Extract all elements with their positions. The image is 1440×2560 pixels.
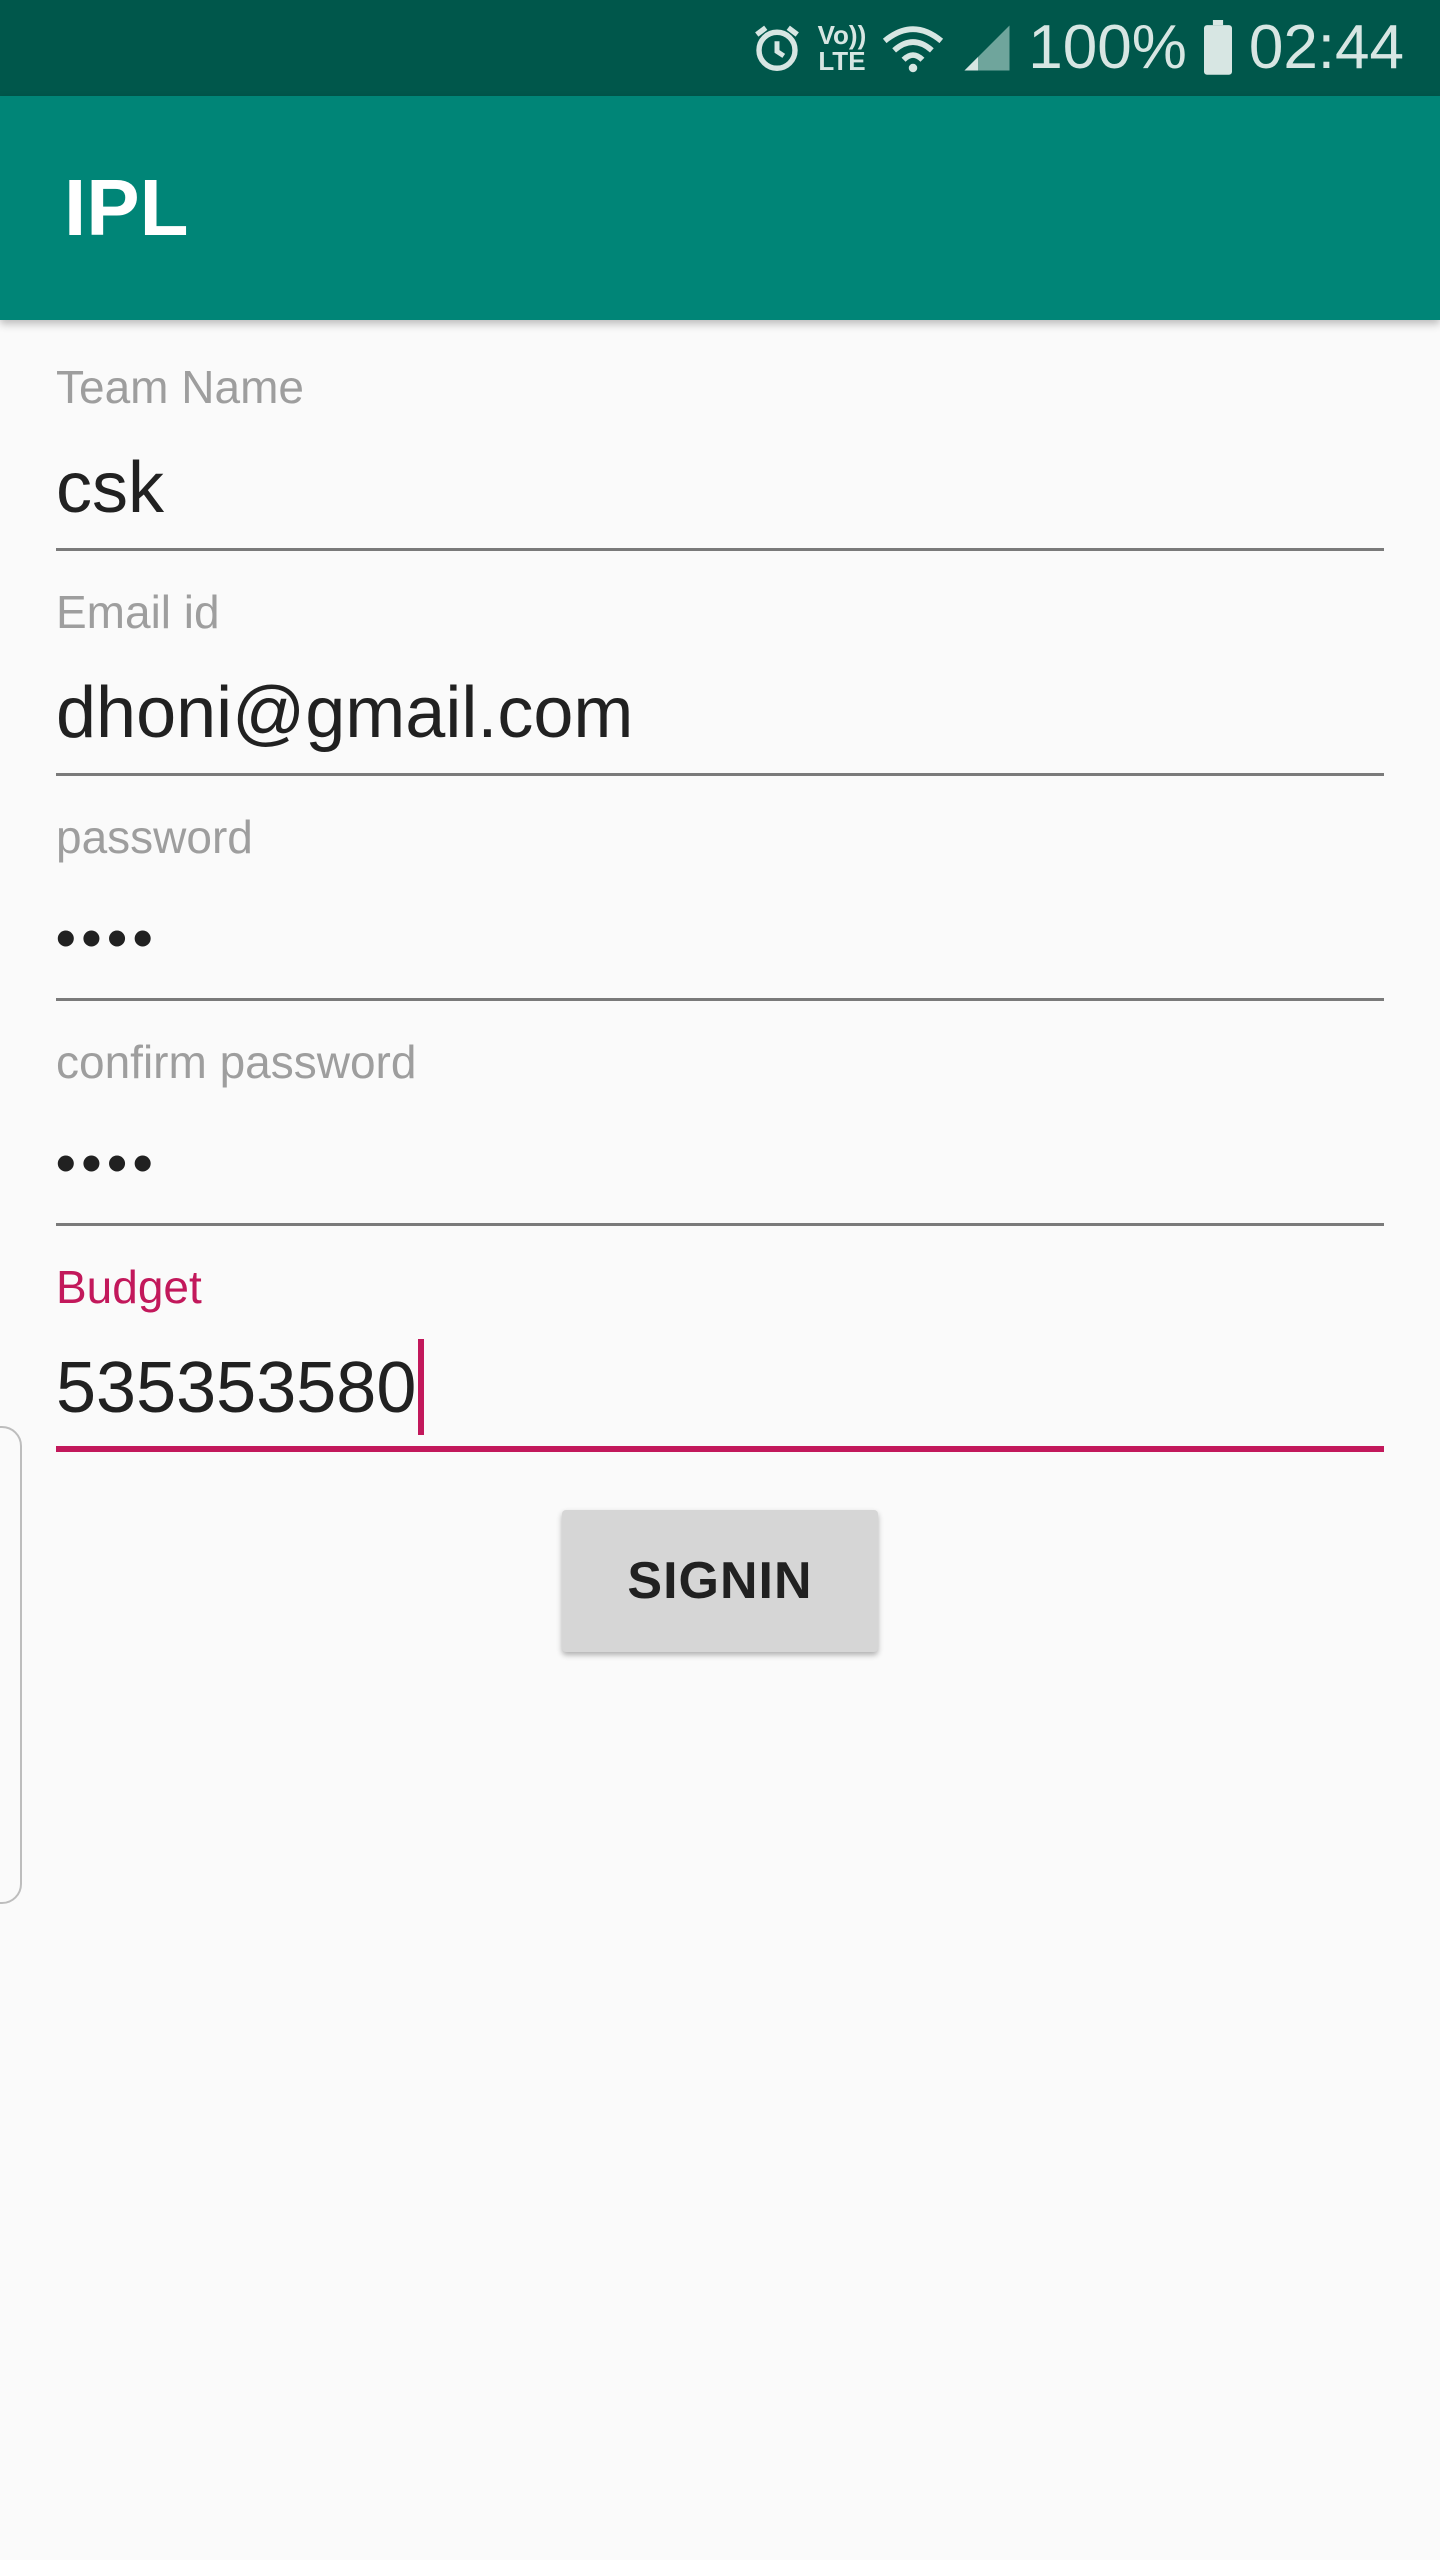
team-name-label: Team Name — [56, 361, 304, 413]
volte-icon: Vo)) LTE — [818, 0, 867, 96]
battery-icon — [1201, 0, 1235, 96]
email-field[interactable]: Email id dhoni@gmail.com — [56, 545, 1384, 776]
budget-field[interactable]: Budget 535353580 — [56, 1220, 1384, 1452]
confirm-password-input[interactable]: •••• — [56, 1113, 158, 1213]
signup-form: Team Name csk Email id dhoni@gmail.com p… — [56, 320, 1384, 1452]
wifi-icon — [880, 0, 946, 96]
budget-underline — [56, 1446, 1384, 1452]
text-cursor — [418, 1338, 425, 1435]
alarm-icon — [750, 0, 804, 96]
signin-button[interactable]: SIGNIN — [562, 1510, 878, 1652]
team-name-input[interactable]: csk — [56, 438, 164, 538]
team-name-field[interactable]: Team Name csk — [56, 320, 1384, 551]
email-label: Email id — [56, 586, 220, 638]
status-bar: Vo)) LTE 100% 02:44 — [0, 0, 1440, 96]
signal-icon — [960, 0, 1014, 96]
status-time: 02:44 — [1248, 13, 1404, 82]
confirm-password-label: confirm password — [56, 1036, 417, 1088]
password-input[interactable]: •••• — [56, 888, 158, 988]
edge-panel-handle[interactable] — [0, 1426, 22, 1904]
budget-value: 535353580 — [56, 1348, 417, 1428]
battery-percent: 100% — [1028, 13, 1187, 82]
volte-top-label: Vo)) — [817, 20, 867, 50]
email-input[interactable]: dhoni@gmail.com — [56, 663, 633, 763]
password-field[interactable]: password •••• — [56, 770, 1384, 1001]
volte-bottom-label: LTE — [818, 46, 866, 76]
budget-label: Budget — [56, 1261, 202, 1313]
app-bar: IPL — [0, 96, 1440, 320]
password-label: password — [56, 811, 253, 863]
status-icons: Vo)) LTE 100% 02:44 — [750, 0, 1404, 96]
confirm-password-field[interactable]: confirm password •••• — [56, 995, 1384, 1226]
app-title: IPL — [64, 163, 189, 252]
budget-input[interactable]: 535353580 — [56, 1338, 425, 1441]
